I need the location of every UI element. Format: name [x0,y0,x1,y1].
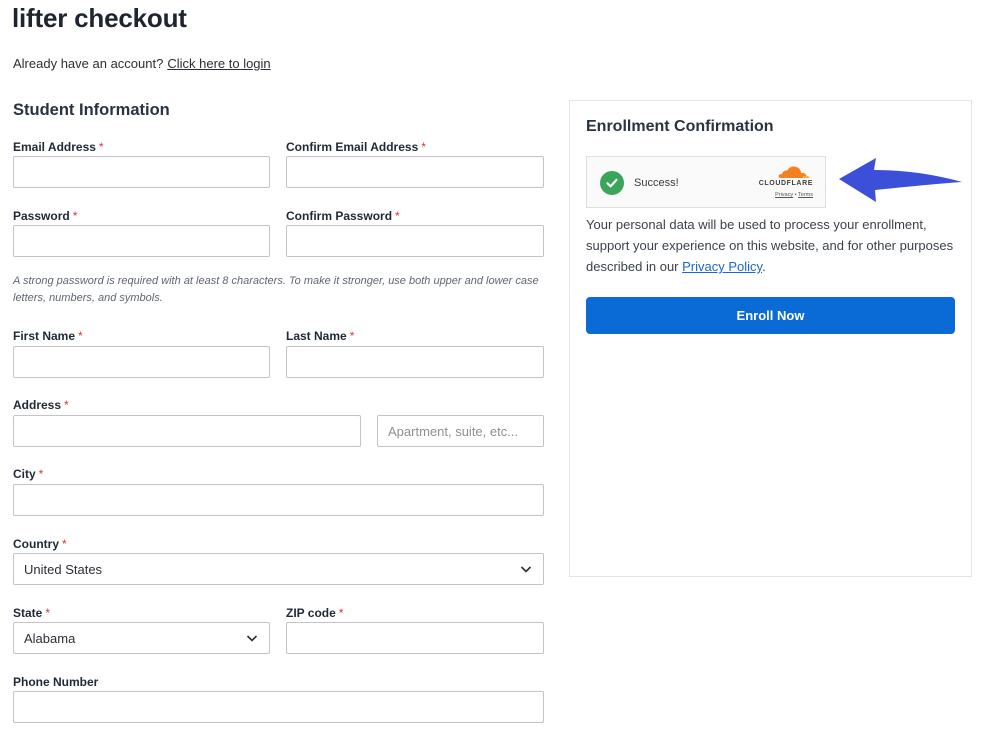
zip-label-text: ZIP code [286,606,336,620]
city-label: City * [13,467,43,481]
city-label-text: City [13,467,36,481]
privacy-notice-end: . [762,259,766,274]
address-label: Address * [13,398,69,412]
checkmark-icon [600,171,624,195]
password-label: Password * [13,209,77,223]
privacy-notice: Your personal data will be used to proce… [586,214,958,277]
city-field[interactable] [13,484,544,516]
chevron-down-icon [520,566,532,573]
chevron-down-icon [246,635,258,642]
last-name-label: Last Name * [286,329,354,343]
country-selected-value: United States [24,561,103,577]
confirm-email-label: Confirm Email Address * [286,140,426,154]
required-mark: * [72,209,78,223]
state-label: State * [13,606,50,620]
country-label: Country * [13,537,67,551]
zip-label: ZIP code * [286,606,343,620]
arrow-left-icon [839,158,962,202]
password-label-text: Password [13,209,70,223]
required-mark: * [78,329,83,343]
zip-field[interactable] [286,622,544,654]
account-prompt-text: Already have an account? [13,56,164,71]
privacy-policy-link[interactable]: Privacy Policy [682,259,762,274]
required-mark: * [38,467,44,481]
first-name-label: First Name * [13,329,83,343]
first-name-label-text: First Name [13,329,76,343]
email-label-text: Email Address [13,140,96,154]
address-field[interactable] [13,415,361,447]
cloudflare-logo: CLOUDFLARE Privacy • Terms [753,165,813,201]
required-mark: * [421,140,426,154]
confirm-password-label: Confirm Password * [286,209,400,223]
confirm-email-field[interactable] [286,156,544,188]
state-selected-value: Alabama [24,630,76,646]
email-label: Email Address * [13,140,104,154]
last-name-field[interactable] [286,346,544,378]
required-mark: * [338,606,344,620]
captcha-privacy-link[interactable]: Privacy [775,192,793,198]
required-mark: * [349,329,355,343]
confirm-password-field[interactable] [286,225,544,257]
required-mark: * [64,398,69,412]
country-select[interactable]: United States [13,553,544,585]
cloudflare-wordmark: CLOUDFLARE [758,180,813,187]
password-field[interactable] [13,225,270,257]
country-label-text: Country [13,537,59,551]
required-mark: * [45,606,51,620]
address-line2-field[interactable] [377,415,544,447]
confirm-password-label-text: Confirm Password [286,209,393,223]
page-title: lifter checkout [12,3,187,33]
login-prompt: Already have an account? Click here to lo… [13,56,271,71]
last-name-label-text: Last Name [286,329,347,343]
student-info-heading: Student Information [13,101,170,119]
phone-label: Phone Number [13,675,99,689]
email-field[interactable] [13,156,270,188]
captcha-terms-link[interactable]: Terms [798,192,813,198]
cloud-icon [778,166,810,178]
required-mark: * [62,537,67,551]
captcha-links: Privacy • Terms [775,192,813,198]
captcha-status: Success! [634,177,679,189]
link-separator: • [794,192,797,198]
confirm-email-label-text: Confirm Email Address [286,140,419,154]
captcha-widget[interactable]: Success! CLOUDFLARE Privacy • Terms [586,156,826,208]
state-label-text: State [13,606,43,620]
first-name-field[interactable] [13,346,270,378]
address-label-text: Address [13,398,62,412]
password-hint: A strong password is required with at le… [13,275,539,304]
login-link[interactable]: Click here to login [167,56,270,71]
state-select[interactable]: Alabama [13,622,270,654]
phone-field[interactable] [13,691,544,723]
enrollment-heading: Enrollment Confirmation [586,118,774,135]
privacy-notice-text: Your personal data will be used to proce… [586,217,954,274]
required-mark: * [395,209,400,223]
enroll-now-button[interactable]: Enroll Now [586,297,955,334]
required-mark: * [98,140,104,154]
